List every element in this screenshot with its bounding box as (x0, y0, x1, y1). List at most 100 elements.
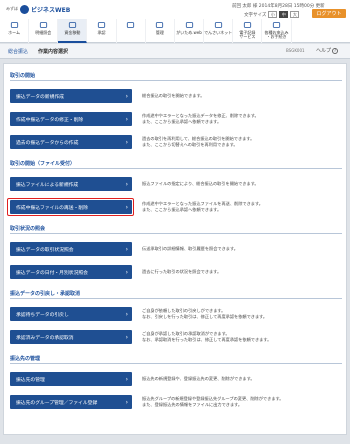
help-icon: ? (332, 47, 339, 54)
nav-item-3[interactable]: 承認 (87, 19, 117, 43)
help-link[interactable]: ヘルプ ? (316, 47, 339, 54)
nav-label: 明細照会 (35, 30, 52, 35)
nav-label: 電子記録 サービス (239, 30, 256, 40)
menu-description: 伝送承取引の詳細情報、取引履歴を照会できます。 (142, 245, 238, 251)
menu-row: 振込先のグループ管理／ファイル登録 › 振込先グループの新規登録や登録振込先グループ… (10, 392, 342, 412)
menu-row: 作成中振込データの修正・削除 › 作成途中やエラーとなった振込データを修正、削除でき… (10, 109, 342, 129)
menu-button[interactable]: 振込データの取引状況照会 › (10, 242, 132, 256)
menu-description: ご自身が承認した取引の承認取消ができます。 なお、承認取消を行った取引は、修正し… (142, 330, 272, 342)
nav-item-2[interactable]: 資金移動 (58, 19, 88, 43)
nav-label: ホーム (8, 30, 21, 35)
user-info: 前回 太郎 様 2014年8月28日 15時00分 更新 (232, 4, 325, 9)
menu-description: 作成途中やエラーとなった振込データを修正、削除できます。 また、ここから振込承認… (142, 112, 259, 124)
nav-label: 各種お申込み ・お手続き (264, 30, 289, 40)
nav-item-1[interactable]: 明細照会 (29, 19, 59, 43)
header: みずほ ビジネスWEB 前回 太郎 様 2014年8月28日 15時00分 更新… (0, 0, 350, 43)
menu-button[interactable]: 振込ファイルによる新規作成 › (10, 177, 132, 191)
font-size-control: 文字サイズ 小 中 大 (244, 11, 300, 18)
menu-button-label: 振込先のグループ管理／ファイル登録 (16, 400, 98, 406)
menu-button[interactable]: 過去の振込データからの作成 › (10, 135, 132, 149)
menu-button-label: 振込先の管理 (16, 377, 45, 383)
menu-row: 振込先の管理 › 振込先の新規登録や、登録振込先の変更、削除ができます。 (10, 369, 342, 389)
logo-text: ビジネスWEB (31, 6, 71, 14)
menu-button-label: 過去の振込データからの作成 (16, 140, 79, 146)
font-size-medium-button[interactable]: 中 (279, 11, 289, 18)
menu-description: 総合振込の取引を開始できます。 (142, 92, 205, 98)
menu-description: 作成途中やエラーとなった振込ファイルを再送、削除できます。 また、ここから振込承… (142, 200, 263, 212)
page-frame: みずほ ビジネスWEB 前回 太郎 様 2014年8月28日 15時00分 更新… (0, 0, 350, 444)
menu-row: 振込ファイルによる新規作成 › 振込ファイルの指定により、総合振込の取引を開始できま… (10, 174, 342, 194)
approve-icon (97, 22, 106, 28)
chevron-right-icon: › (125, 115, 128, 123)
page-title: 作業内容選択 (38, 48, 69, 55)
chevron-right-icon: › (125, 180, 128, 188)
nav-label: でんさいネット (204, 30, 233, 35)
section-heading: 振込先の管理 (10, 355, 342, 364)
chevron-right-icon: › (125, 245, 128, 253)
densai-icon (214, 22, 222, 28)
section-heading: 振込データの引戻し・承認取消 (10, 290, 342, 299)
logo[interactable]: みずほ ビジネスWEB (6, 4, 70, 14)
chevron-right-icon: › (125, 92, 128, 100)
font-size-label: 文字サイズ (244, 12, 267, 18)
menu-description: 過去の取引を再利用して、総合振込の取引を開始できます。 また、ここから切替えへの… (142, 135, 255, 147)
menu-button[interactable]: 作成中振込データの修正・削除 › (10, 112, 132, 126)
statement-icon (39, 22, 47, 28)
menu-button-label: 作成中振込データの修正・削除 (16, 117, 84, 123)
menu-row: 振込データの取引状況照会 › 伝送承取引の詳細情報、取引履歴を照会できます。 (10, 239, 342, 259)
menu-button-label: 振込データの新規作成 (16, 94, 64, 100)
menu-description: 振込先グループの新規登録や登録振込先グループの変更、削除ができます。 また、登録… (142, 395, 284, 407)
menu-row: 過去の振込データからの作成 › 過去の取引を再利用して、総合振込の取引を開始できます… (10, 132, 342, 152)
help-label: ヘルプ (316, 48, 332, 54)
admin-icon (156, 22, 164, 28)
nav-item-0[interactable]: ホーム (0, 19, 30, 43)
menu-button-label: 振込データの日付・月別状況照会 (16, 270, 88, 276)
highlight-frame (7, 198, 134, 216)
nav-item-7[interactable]: でんさいネット (204, 19, 234, 43)
nav-item-5[interactable]: 管理 (146, 19, 175, 43)
menu-button[interactable]: 振込先のグループ管理／ファイル登録 › (10, 395, 132, 409)
menu-button-label: 承認済みデータの承認取消 (16, 335, 74, 341)
nav-item-9[interactable]: 各種お申込み ・お手続き (262, 19, 292, 43)
nav-label: がいため.web (176, 30, 202, 35)
menu-description: 過去に行った取引の状況を照会できます。 (142, 268, 222, 274)
nav-label: 管理 (155, 30, 164, 35)
font-size-large-button[interactable]: 大 (290, 11, 300, 18)
menu-button[interactable]: 承認済みデータの承認取消 › (10, 330, 132, 344)
blank-icon (127, 22, 135, 28)
menu-button-label: 振込データの取引状況照会 (16, 247, 74, 253)
menu-row: 振込データの日付・月別状況照会 › 過去に行った取引の状況を照会できます。 (10, 262, 342, 282)
main-nav: ホーム 明細照会 資金移動 承認 管理 がいため.web でんさいネット 電子記録 サービス各… (0, 19, 350, 43)
menu-row: 振込データの新規作成 › 総合振込の取引を開始できます。 (10, 86, 342, 106)
logo-mark-icon (20, 4, 29, 14)
nav-label: 資金移動 (64, 30, 81, 35)
record-icon (243, 22, 251, 28)
breadcrumb-main: 総合振込 (8, 48, 29, 55)
application-icon (272, 22, 281, 28)
home-icon (10, 22, 18, 28)
logout-button[interactable]: ログアウト (312, 9, 346, 18)
menu-description: ご自身が依頼した取引の引戻しができます。 なお、引戻しを行った取引は、修正して再… (142, 307, 268, 319)
menu-button-label: 承認待ちデータの引戻し (16, 312, 69, 318)
chevron-right-icon: › (125, 333, 128, 341)
nav-label: 承認 (97, 30, 106, 35)
nav-item-6[interactable]: がいため.web (175, 19, 205, 43)
menu-button[interactable]: 承認待ちデータの引戻し › (10, 307, 132, 321)
logo-small-text: みずほ (6, 6, 18, 11)
screen-id: BSGK001 (286, 48, 305, 53)
chevron-right-icon: › (125, 375, 128, 383)
chevron-right-icon: › (125, 268, 128, 276)
section-heading: 取引状況の照会 (10, 225, 342, 234)
forex-icon (185, 22, 193, 28)
menu-description: 振込ファイルの指定により、総合振込の取引を開始できます。 (142, 180, 259, 186)
nav-item-8[interactable]: 電子記録 サービス (233, 19, 263, 43)
menu-row: 承認済みデータの承認取消 › ご自身が承認した取引の承認取消ができます。 なお、承認… (10, 327, 342, 347)
menu-button[interactable]: 振込先の管理 › (10, 372, 132, 386)
menu-button[interactable]: 振込データの新規作成 › (10, 89, 132, 103)
content-panel: BSGK001 ヘルプ ? 取引の開始 振込データの新規作成 › 総合振込の取引を開始… (3, 47, 347, 435)
menu-button[interactable]: 振込データの日付・月別状況照会 › (10, 265, 132, 279)
chevron-right-icon: › (125, 310, 128, 318)
chevron-right-icon: › (125, 398, 128, 406)
nav-item-4[interactable] (117, 19, 146, 43)
font-size-small-button[interactable]: 小 (268, 11, 278, 18)
